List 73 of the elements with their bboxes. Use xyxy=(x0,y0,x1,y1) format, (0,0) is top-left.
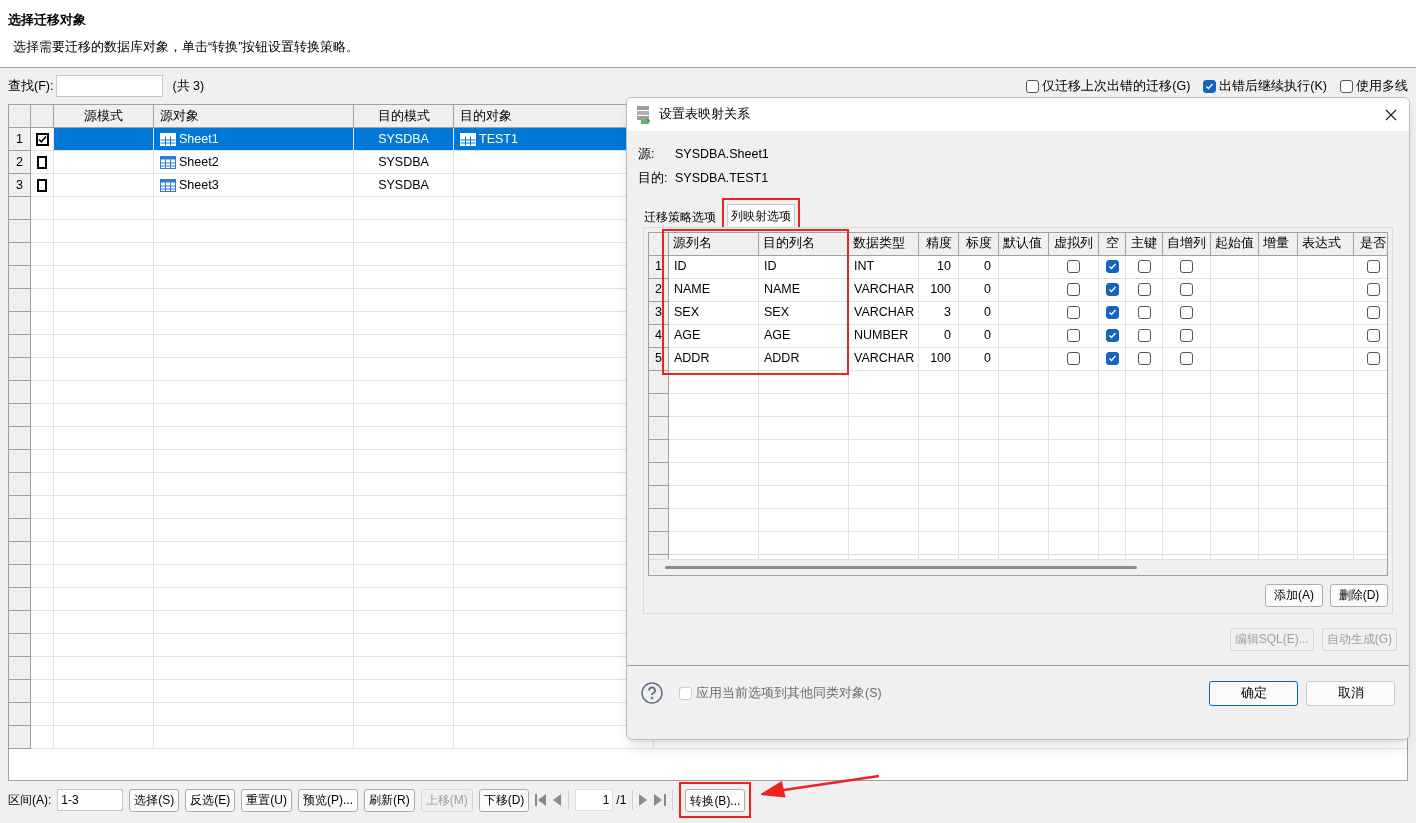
range-field[interactable]: 1-3 xyxy=(57,789,124,811)
row-number: 3 xyxy=(9,174,31,197)
column-header: 源列名 xyxy=(669,232,759,255)
toolbar-button[interactable]: 反选(E) xyxy=(185,788,236,812)
column-header: 源模式 xyxy=(54,105,154,127)
table-cell: SYSDBA xyxy=(354,174,454,197)
option-label: 使用多线 xyxy=(1356,77,1408,95)
toolbar-button[interactable]: 预览(P)... xyxy=(298,788,358,812)
table-cell: 0 xyxy=(959,324,999,348)
grid-button[interactable]: 删除(D) xyxy=(1330,583,1388,607)
dialog-button[interactable]: 确定 xyxy=(1209,680,1298,706)
target-label: 目的: xyxy=(638,169,669,187)
convert-button[interactable]: 转换(B)... xyxy=(685,789,746,813)
toolbar-button[interactable]: 刷新(R) xyxy=(364,788,415,812)
row-number: 1 xyxy=(9,128,31,151)
page-total: /1 xyxy=(616,792,627,809)
option-label: 出错后继续执行(K) xyxy=(1219,77,1327,95)
table-cell-text: TEST1 xyxy=(479,130,518,148)
table-cell: 100 xyxy=(919,347,959,371)
table-cell: VARCHAR xyxy=(849,347,919,371)
table-cell: 0 xyxy=(959,278,999,302)
column-header: 增量 xyxy=(1259,232,1298,255)
target-value: SYSDBA.TEST1 xyxy=(675,169,769,187)
grid-button[interactable]: 添加(A) xyxy=(1265,583,1323,607)
option-label: 仅迁移上次出错的迁移(G) xyxy=(1042,77,1191,95)
table-cell-text: Sheet3 xyxy=(179,176,219,194)
column-header: 主键 xyxy=(1126,232,1163,255)
column-header: 虚拟列 xyxy=(1049,232,1099,255)
table-cell: VARCHAR xyxy=(849,301,919,325)
page-title: 选择迁移对象 xyxy=(8,11,87,29)
tab[interactable]: 列映射选项 xyxy=(727,204,795,226)
table-cell: AGE xyxy=(669,324,759,348)
column-header: 数据类型 xyxy=(849,232,919,255)
row-number: 2 xyxy=(9,151,31,174)
search-label: 查找(F): xyxy=(8,77,54,95)
table-cell-text: Sheet1 xyxy=(179,130,219,148)
toolbar-button[interactable]: 选择(S) xyxy=(129,788,180,812)
dialog-title: 设置表映射关系 xyxy=(659,106,751,124)
table-cell-text: Sheet2 xyxy=(179,153,219,171)
table-cell: 0 xyxy=(959,347,999,371)
table-cell: 0 xyxy=(959,255,999,279)
dialog-button[interactable]: 取消 xyxy=(1306,680,1395,706)
column-header: 源对象 xyxy=(154,105,354,127)
checkbox-label: 应用当前选项到其他同类对象(S) xyxy=(696,684,882,702)
column-header: 是否 xyxy=(1354,232,1387,255)
table-cell: 100 xyxy=(919,278,959,302)
page-field[interactable]: 1 xyxy=(575,789,614,811)
column-header: 默认值 xyxy=(999,232,1049,255)
table-cell: 0 xyxy=(919,324,959,348)
column-header: 起始值 xyxy=(1211,232,1259,255)
table-cell: 0 xyxy=(959,301,999,325)
table-cell: 10 xyxy=(919,255,959,279)
column-header: 精度 xyxy=(919,232,959,255)
table-cell: 3 xyxy=(919,301,959,325)
table-cell: VARCHAR xyxy=(849,278,919,302)
source-value: SYSDBA.Sheet1 xyxy=(675,146,769,163)
table-cell: ID xyxy=(669,255,759,279)
page-description: 选择需要迁移的数据库对象，单击“转换”按钮设置转换策略。 xyxy=(13,38,361,56)
table-cell: SEX xyxy=(669,301,759,325)
column-header: 空 xyxy=(1099,232,1126,255)
table-cell: ADDR xyxy=(669,347,759,371)
toolbar-button[interactable]: 重置(U) xyxy=(241,788,292,812)
toolbar-button[interactable]: 下移(D) xyxy=(478,788,530,812)
column-header: 标度 xyxy=(959,232,999,255)
range-label: 区间(A): xyxy=(8,792,52,809)
table-cell: NUMBER xyxy=(849,324,919,348)
column-header: 表达式 xyxy=(1298,232,1354,255)
table-cell: NAME xyxy=(669,278,759,302)
column-header: 目的模式 xyxy=(354,105,454,127)
column-header: 自增列 xyxy=(1163,232,1211,255)
result-count: (共 3) xyxy=(172,77,205,95)
source-label: 源: xyxy=(638,146,656,163)
table-cell: INT xyxy=(849,255,919,279)
